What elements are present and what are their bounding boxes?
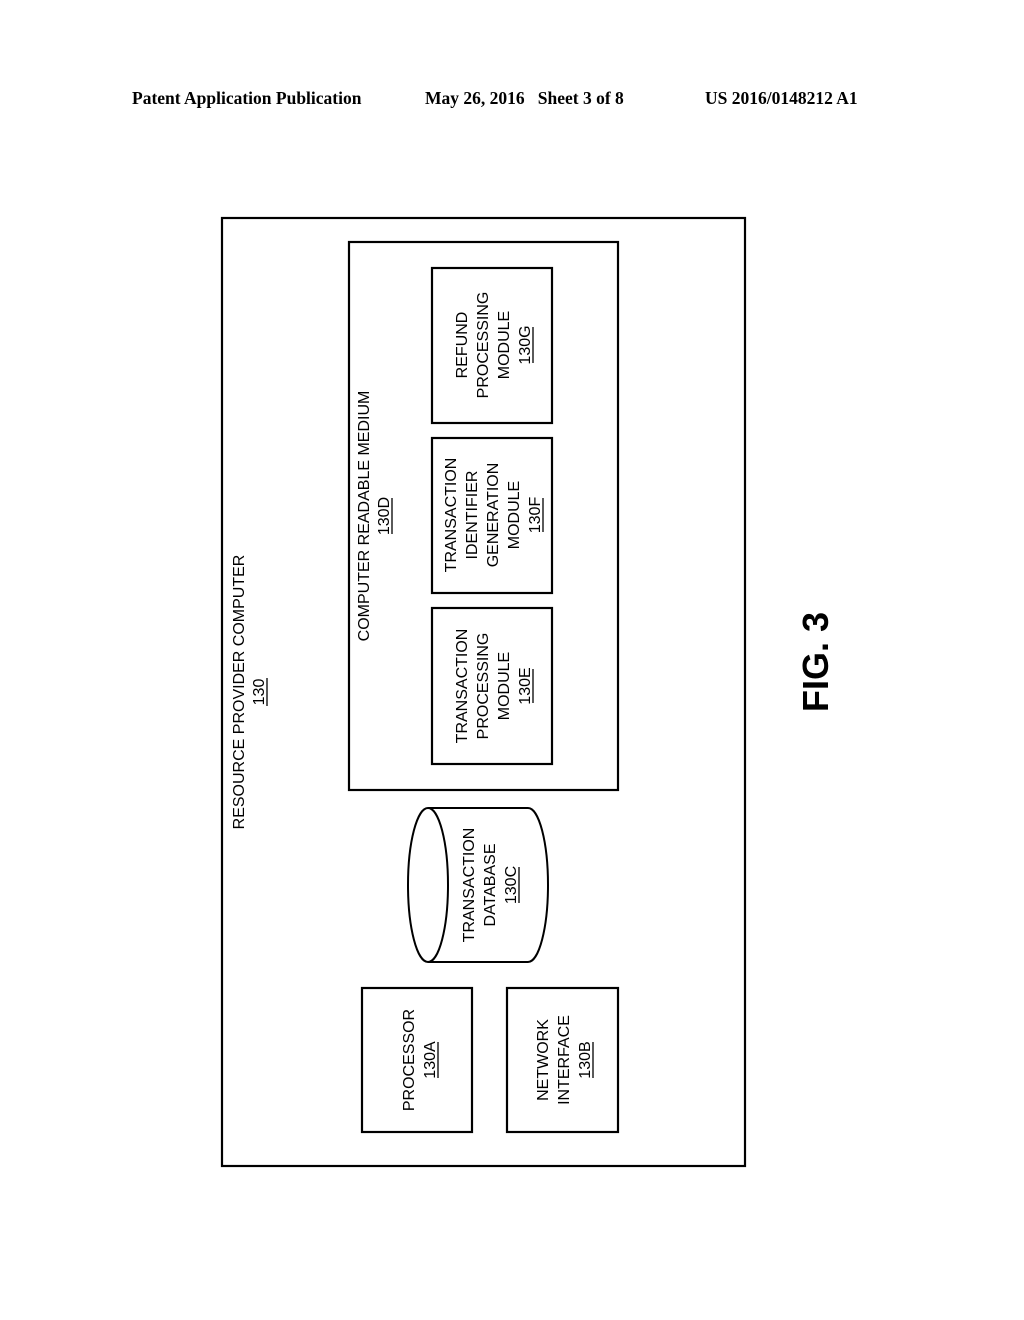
txid-ref: 130F [527, 497, 544, 534]
txproc-line-3: MODULE [496, 652, 513, 720]
refund-line-2: PROCESSING [475, 292, 492, 399]
figure-label: FIG. 3 [795, 612, 836, 712]
medium-title: COMPUTER READABLE MEDIUM [356, 391, 373, 642]
txid-line-1: TRANSACTION [443, 458, 460, 573]
txid-line-4: MODULE [506, 481, 523, 549]
network-line-2: INTERFACE [556, 1015, 573, 1105]
transaction-processing-module-box [430, 606, 554, 766]
db-line-2: DATABASE [482, 844, 499, 927]
txid-line-3: GENERATION [485, 463, 502, 568]
medium-ref: 130D [376, 497, 393, 535]
outer-ref: 130 [251, 679, 268, 706]
cylinder-top [407, 807, 449, 963]
refund-ref: 130G [517, 325, 534, 364]
network-line-1: NETWORK [535, 1019, 552, 1101]
txproc-line-2: PROCESSING [475, 633, 492, 740]
block-diagram: RESOURCE PROVIDER COMPUTER 130 COMPUTER … [220, 216, 836, 1168]
txproc-line-1: TRANSACTION [454, 629, 471, 744]
refund-line-3: MODULE [496, 311, 513, 379]
txproc-ref: 130E [517, 667, 534, 704]
transaction-database-cylinder [407, 807, 549, 963]
txid-line-2: IDENTIFIER [464, 471, 481, 560]
figure-label-text: FIG. 3 [795, 612, 836, 712]
db-line-1: TRANSACTION [461, 828, 478, 943]
refund-processing-module-box [430, 266, 554, 425]
processor-ref: 130A [422, 1041, 439, 1079]
db-ref: 130C [503, 866, 520, 904]
processor-line-1: PROCESSOR [401, 1009, 418, 1111]
outer-title: RESOURCE PROVIDER COMPUTER [231, 555, 248, 830]
refund-line-1: REFUND [454, 312, 471, 379]
network-ref: 130B [577, 1041, 594, 1078]
